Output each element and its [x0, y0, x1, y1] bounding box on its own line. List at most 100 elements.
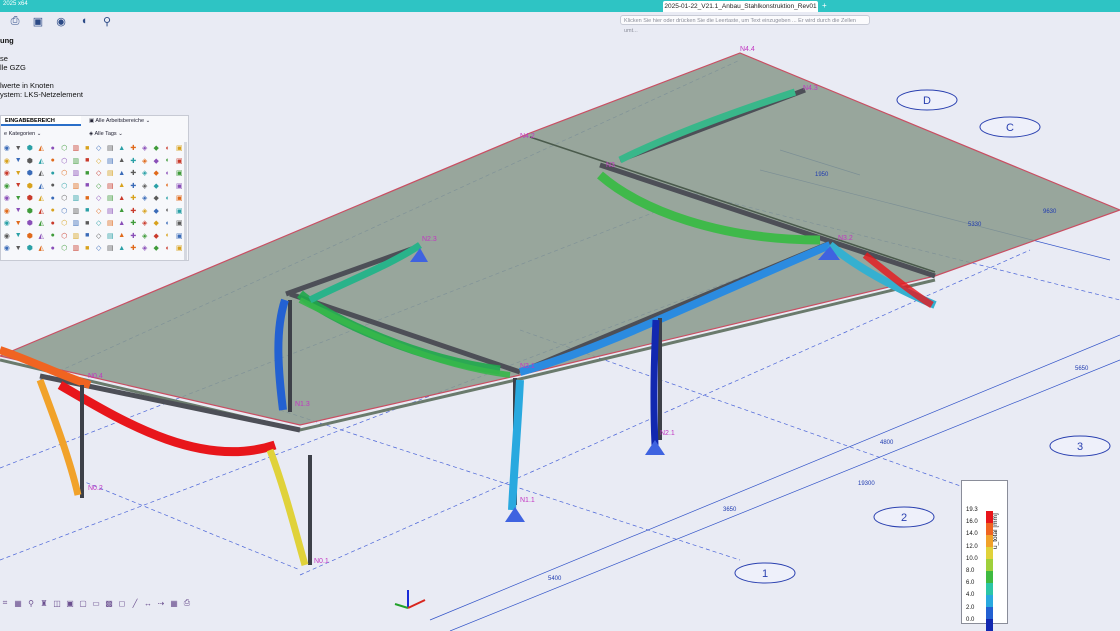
object-type-icon[interactable]: ▲: [116, 180, 128, 193]
model-viewport[interactable]: N4.4 N4.3 N4.2 N3 N2.3 N1.3 N0.4 N0.2 N0…: [0, 0, 1120, 631]
panel-scrollbar[interactable]: [184, 142, 187, 260]
guide-icon[interactable]: ⇢: [156, 598, 166, 608]
object-type-icon[interactable]: ✚: [128, 180, 140, 193]
object-type-icon[interactable]: ◈: [139, 167, 151, 180]
object-type-icon[interactable]: ▲: [116, 217, 128, 230]
object-type-icon[interactable]: ◆: [151, 192, 163, 205]
object-type-icon[interactable]: ◇: [93, 217, 105, 230]
object-type-icon[interactable]: ▥: [70, 242, 82, 255]
object-type-icon[interactable]: ■: [82, 155, 94, 168]
object-type-icon[interactable]: ✚: [128, 155, 140, 168]
object-type-icon[interactable]: ◈: [139, 180, 151, 193]
object-type-icon[interactable]: ▤: [105, 242, 117, 255]
object-type-icon[interactable]: ⬢: [24, 167, 36, 180]
object-type-icon[interactable]: ◇: [93, 142, 105, 155]
object-type-icon[interactable]: ◈: [139, 230, 151, 243]
object-type-icon[interactable]: ◐: [162, 205, 174, 218]
object-type-icon[interactable]: ◐: [162, 242, 174, 255]
object-type-icon[interactable]: ▥: [70, 142, 82, 155]
object-type-icon[interactable]: ◇: [93, 155, 105, 168]
object-type-icon[interactable]: ◈: [139, 192, 151, 205]
object-type-icon[interactable]: ✚: [128, 192, 140, 205]
object-type-icon[interactable]: ◇: [93, 230, 105, 243]
print-icon[interactable]: ⎙: [182, 598, 192, 608]
object-type-icon[interactable]: ⬢: [24, 205, 36, 218]
object-type-icon[interactable]: ◭: [36, 230, 48, 243]
object-type-icon[interactable]: ◭: [36, 180, 48, 193]
categories-dropdown[interactable]: e Kategorien ⌄: [4, 129, 41, 139]
object-type-icon[interactable]: ▤: [105, 192, 117, 205]
object-type-icon[interactable]: ⬡: [59, 217, 71, 230]
surface-icon[interactable]: ▭: [91, 598, 101, 608]
object-type-icon[interactable]: ◐: [162, 217, 174, 230]
object-type-icon[interactable]: ▤: [105, 180, 117, 193]
object-type-icon[interactable]: ◇: [93, 167, 105, 180]
dimension-icon[interactable]: ↔: [143, 598, 153, 608]
object-type-icon[interactable]: ●: [47, 205, 59, 218]
object-type-icon[interactable]: ◉: [1, 192, 13, 205]
object-type-icon[interactable]: ⬡: [59, 180, 71, 193]
object-type-icon[interactable]: ■: [82, 242, 94, 255]
object-type-icon[interactable]: ▥: [70, 167, 82, 180]
object-type-icon[interactable]: ◈: [139, 205, 151, 218]
object-type-icon[interactable]: ◇: [93, 192, 105, 205]
object-type-icon[interactable]: ◭: [36, 192, 48, 205]
object-type-icon[interactable]: ●: [47, 155, 59, 168]
object-type-icon[interactable]: ▥: [70, 230, 82, 243]
object-type-icon[interactable]: ◉: [1, 142, 13, 155]
material-icon[interactable]: ▢: [78, 598, 88, 608]
object-type-icon[interactable]: ◉: [1, 217, 13, 230]
object-type-icon[interactable]: ▲: [116, 230, 128, 243]
object-type-icon[interactable]: ●: [47, 180, 59, 193]
member-icon[interactable]: ▦: [13, 598, 23, 608]
object-type-icon[interactable]: ▤: [105, 217, 117, 230]
object-type-icon[interactable]: ◐: [162, 155, 174, 168]
workspaces-dropdown[interactable]: ▣ Alle Arbeitsbereiche ⌄: [89, 116, 150, 126]
object-type-icon[interactable]: ▤: [105, 155, 117, 168]
object-type-icon[interactable]: ▼: [13, 155, 25, 168]
object-type-icon[interactable]: ◇: [93, 205, 105, 218]
object-type-icon[interactable]: ◉: [1, 167, 13, 180]
object-type-icon[interactable]: ◆: [151, 205, 163, 218]
object-type-icon[interactable]: ◇: [93, 242, 105, 255]
object-type-icon[interactable]: ⬡: [59, 155, 71, 168]
object-type-icon[interactable]: ◐: [162, 142, 174, 155]
object-type-icon[interactable]: ▤: [105, 142, 117, 155]
object-type-icon[interactable]: ▲: [116, 155, 128, 168]
object-type-icon[interactable]: ◉: [1, 180, 13, 193]
tags-dropdown[interactable]: ◈ Alle Tags ⌄: [89, 129, 123, 139]
object-type-icon[interactable]: ▥: [70, 205, 82, 218]
solid-icon[interactable]: ▩: [104, 598, 114, 608]
object-type-icon[interactable]: ■: [82, 230, 94, 243]
object-type-icon[interactable]: ◭: [36, 242, 48, 255]
hinge-icon[interactable]: ◫: [52, 598, 62, 608]
object-type-icon[interactable]: ✚: [128, 142, 140, 155]
object-type-icon[interactable]: ●: [47, 167, 59, 180]
object-type-icon[interactable]: ⬢: [24, 192, 36, 205]
object-type-icon[interactable]: ▲: [116, 205, 128, 218]
object-type-icon[interactable]: ⬢: [24, 142, 36, 155]
object-type-icon[interactable]: ⬡: [59, 205, 71, 218]
object-type-icon[interactable]: ◉: [1, 242, 13, 255]
object-type-icon[interactable]: ◈: [139, 242, 151, 255]
object-type-icon[interactable]: ⬢: [24, 155, 36, 168]
object-type-icon[interactable]: ▲: [116, 167, 128, 180]
object-type-icon[interactable]: ◆: [151, 167, 163, 180]
object-type-icon[interactable]: ▼: [13, 192, 25, 205]
object-type-icon[interactable]: ▲: [116, 242, 128, 255]
object-type-icon[interactable]: ●: [47, 192, 59, 205]
object-type-icon[interactable]: ▼: [13, 205, 25, 218]
object-type-icon[interactable]: ◐: [162, 230, 174, 243]
object-type-icon[interactable]: ▼: [13, 230, 25, 243]
object-type-icon[interactable]: ⬡: [59, 192, 71, 205]
object-type-icon[interactable]: ◭: [36, 217, 48, 230]
object-type-icon[interactable]: ■: [82, 217, 94, 230]
object-type-icon[interactable]: ✚: [128, 205, 140, 218]
object-type-icon[interactable]: ◈: [139, 155, 151, 168]
object-type-icon[interactable]: ▼: [13, 217, 25, 230]
object-type-icon[interactable]: ◐: [162, 167, 174, 180]
object-type-icon[interactable]: ▼: [13, 167, 25, 180]
object-type-icon[interactable]: ◐: [162, 192, 174, 205]
object-type-icon[interactable]: ▼: [13, 142, 25, 155]
object-type-icon[interactable]: ▲: [116, 142, 128, 155]
